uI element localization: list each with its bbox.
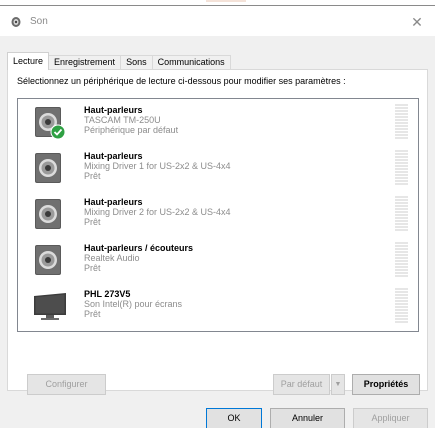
- close-icon: ✕: [411, 14, 423, 30]
- device-status: Prêt: [84, 309, 101, 319]
- list-item[interactable]: Haut-parleurs / écouteurs Realtek Audio …: [18, 237, 418, 283]
- list-item[interactable]: PHL 273V5 Son Intel(R) pour écrans Prêt: [18, 283, 418, 329]
- configure-button[interactable]: Configurer: [27, 374, 106, 395]
- device-model: Realtek Audio: [84, 253, 140, 263]
- speaker-icon: [35, 245, 61, 275]
- set-default-button[interactable]: Par défaut: [273, 374, 330, 395]
- tab-lecture[interactable]: Lecture: [7, 52, 50, 70]
- instruction-text: Sélectionnez un périphérique de lecture …: [17, 76, 346, 86]
- list-item[interactable]: Haut-parleurs Mixing Driver 2 for US-2x2…: [18, 191, 418, 237]
- ok-button[interactable]: OK: [206, 408, 262, 428]
- device-text: Haut-parleurs Mixing Driver 1 for US-2x2…: [84, 151, 231, 181]
- speaker-icon: [35, 199, 61, 229]
- device-model: TASCAM TM-250U: [84, 115, 161, 125]
- volume-meter: [395, 288, 408, 324]
- tab-strip: Lecture Enregistrement Sons Communicatio…: [7, 52, 231, 70]
- device-name: Haut-parleurs: [84, 151, 143, 161]
- apply-button[interactable]: Appliquer: [353, 408, 428, 428]
- volume-meter: [395, 196, 408, 232]
- cancel-button[interactable]: Annuler: [270, 408, 345, 428]
- device-model: Mixing Driver 2 for US-2x2 & US-4x4: [84, 207, 231, 217]
- volume-meter: [395, 150, 408, 186]
- speaker-icon: [35, 107, 66, 140]
- volume-meter: [395, 242, 408, 278]
- speaker-icon: [35, 153, 61, 183]
- set-default-dropdown[interactable]: ▼: [331, 374, 345, 395]
- speaker-icon: [11, 17, 21, 27]
- monitor-icon: [34, 293, 66, 320]
- window-title: Son: [30, 16, 48, 27]
- tab-communications[interactable]: Communications: [151, 55, 231, 70]
- device-status: Prêt: [84, 263, 101, 273]
- device-name: PHL 273V5: [84, 289, 131, 299]
- title-bar[interactable]: Son ✕: [0, 6, 435, 36]
- device-name: Haut-parleurs: [84, 105, 143, 115]
- tab-enregistrement[interactable]: Enregistrement: [48, 55, 122, 70]
- volume-meter: [395, 104, 408, 140]
- device-model: Mixing Driver 1 for US-2x2 & US-4x4: [84, 161, 231, 171]
- dialog-client: Lecture Enregistrement Sons Communicatio…: [0, 36, 435, 428]
- device-text: PHL 273V5 Son Intel(R) pour écrans Prêt: [84, 289, 182, 319]
- device-text: Haut-parleurs / écouteurs Realtek Audio …: [84, 243, 193, 273]
- device-status: Prêt: [84, 171, 101, 181]
- list-item[interactable]: Haut-parleurs Mixing Driver 1 for US-2x2…: [18, 145, 418, 191]
- device-model: Son Intel(R) pour écrans: [84, 299, 183, 309]
- device-name: Haut-parleurs / écouteurs: [84, 243, 194, 253]
- list-item[interactable]: Haut-parleurs TASCAM TM-250U Périphériqu…: [18, 99, 418, 145]
- properties-button[interactable]: Propriétés: [352, 374, 420, 395]
- device-status: Prêt: [84, 217, 101, 227]
- tab-sons[interactable]: Sons: [120, 55, 153, 70]
- device-status: Périphérique par défaut: [84, 125, 179, 135]
- sound-dialog: Son ✕ Lecture Enregistrement Sons Commun…: [0, 5, 435, 428]
- chevron-down-icon: ▼: [334, 381, 342, 388]
- device-name: Haut-parleurs: [84, 197, 143, 207]
- top-accent: [206, 0, 246, 2]
- playback-device-list[interactable]: Haut-parleurs TASCAM TM-250U Périphériqu…: [17, 98, 419, 332]
- device-text: Haut-parleurs TASCAM TM-250U Périphériqu…: [84, 105, 178, 135]
- device-text: Haut-parleurs Mixing Driver 2 for US-2x2…: [84, 197, 231, 227]
- close-button[interactable]: ✕: [407, 12, 427, 32]
- dialog-footer: OK Annuler Appliquer: [0, 397, 435, 428]
